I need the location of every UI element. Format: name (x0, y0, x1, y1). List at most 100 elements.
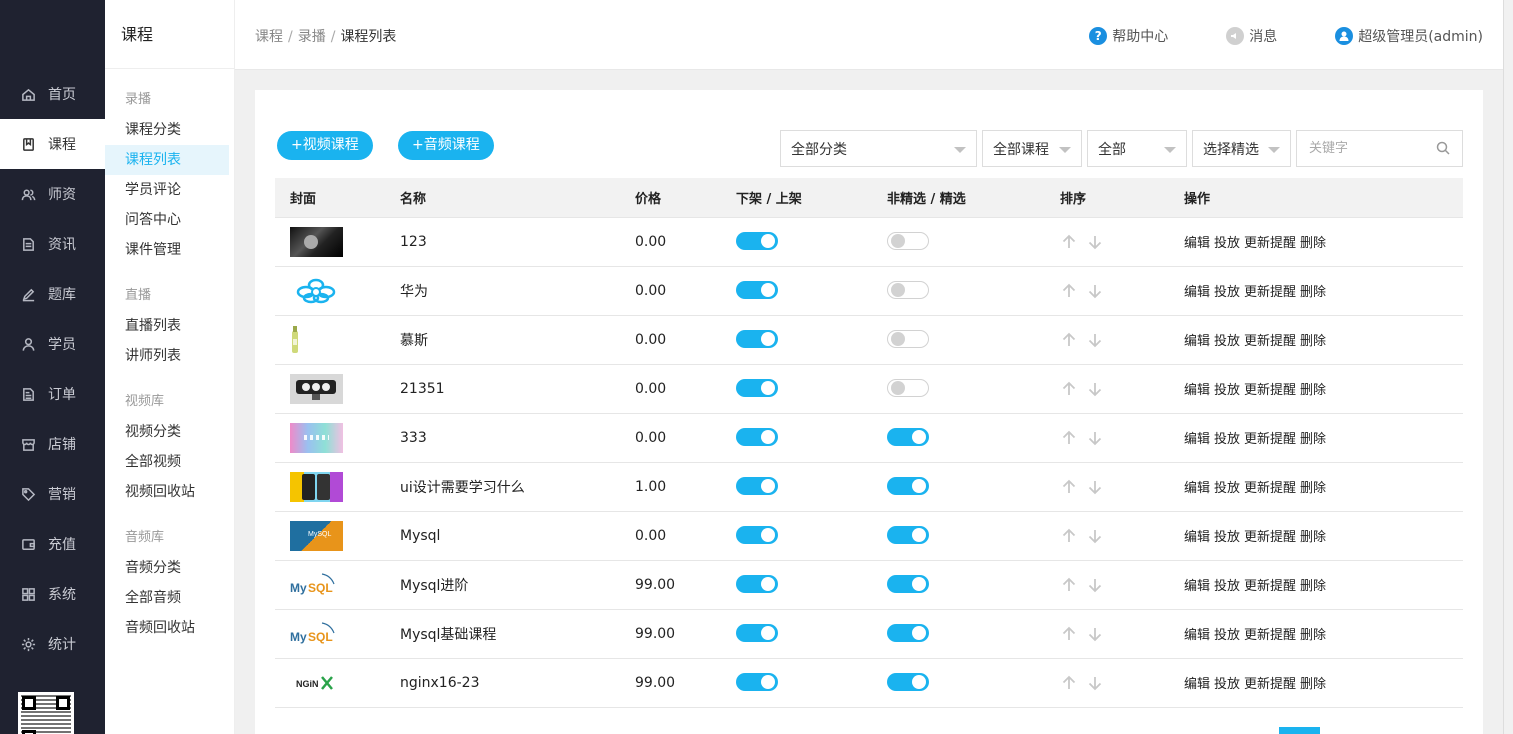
nav-item-10[interactable]: 系统 (0, 569, 105, 619)
action-deploy-link[interactable]: 投放 (1214, 677, 1240, 692)
add-audio-course-button[interactable]: +音频课程 (398, 131, 494, 160)
featured-toggle[interactable] (887, 673, 929, 691)
action-deploy-link[interactable]: 投放 (1214, 236, 1240, 251)
subnav-item[interactable]: 视频回收站 (105, 477, 229, 507)
action-edit-link[interactable]: 编辑 (1184, 677, 1210, 692)
subnav-item[interactable]: 课程列表 (105, 145, 229, 175)
pagination-current-page[interactable] (1279, 727, 1320, 734)
nav-item-11[interactable]: 统计 (0, 619, 105, 669)
nav-item-5[interactable]: 学员 (0, 319, 105, 369)
action-deploy-link[interactable]: 投放 (1214, 481, 1240, 496)
nav-item-4[interactable]: 题库 (0, 269, 105, 319)
nav-item-6[interactable]: 订单 (0, 369, 105, 419)
arrow-up-icon[interactable] (1060, 625, 1078, 643)
messages-link[interactable]: 消息 (1226, 26, 1277, 46)
shelf-toggle[interactable] (736, 379, 778, 397)
shelf-toggle[interactable] (736, 232, 778, 250)
action-update-reminder-link[interactable]: 更新提醒 (1244, 285, 1296, 300)
shelf-toggle[interactable] (736, 330, 778, 348)
search-icon[interactable] (1436, 141, 1450, 155)
nav-item-8[interactable]: 营销 (0, 469, 105, 519)
action-delete-link[interactable]: 删除 (1300, 481, 1326, 496)
arrow-up-icon[interactable] (1060, 429, 1078, 447)
arrow-up-icon[interactable] (1060, 576, 1078, 594)
action-edit-link[interactable]: 编辑 (1184, 481, 1210, 496)
featured-toggle[interactable] (887, 428, 929, 446)
arrow-up-icon[interactable] (1060, 380, 1078, 398)
arrow-up-icon[interactable] (1060, 233, 1078, 251)
nav-item-2[interactable]: 师资 (0, 169, 105, 219)
action-edit-link[interactable]: 编辑 (1184, 432, 1210, 447)
action-edit-link[interactable]: 编辑 (1184, 334, 1210, 349)
nav-item-7[interactable]: 店铺 (0, 419, 105, 469)
action-deploy-link[interactable]: 投放 (1214, 432, 1240, 447)
status-filter-select[interactable]: 全部 (1087, 130, 1187, 167)
subnav-item[interactable]: 课件管理 (105, 235, 229, 265)
featured-toggle[interactable] (887, 575, 929, 593)
shelf-toggle[interactable] (736, 624, 778, 642)
keyword-search-input[interactable] (1297, 131, 1427, 166)
action-delete-link[interactable]: 删除 (1300, 530, 1326, 545)
subnav-item[interactable]: 讲师列表 (105, 341, 229, 371)
shelf-toggle[interactable] (736, 575, 778, 593)
action-deploy-link[interactable]: 投放 (1214, 334, 1240, 349)
subnav-item[interactable]: 问答中心 (105, 205, 229, 235)
action-delete-link[interactable]: 删除 (1300, 628, 1326, 643)
featured-toggle[interactable] (887, 526, 929, 544)
action-edit-link[interactable]: 编辑 (1184, 285, 1210, 300)
action-delete-link[interactable]: 删除 (1300, 432, 1326, 447)
subnav-item[interactable]: 全部视频 (105, 447, 229, 477)
shelf-toggle[interactable] (736, 428, 778, 446)
action-deploy-link[interactable]: 投放 (1214, 383, 1240, 398)
arrow-down-icon[interactable] (1086, 625, 1104, 643)
featured-toggle[interactable] (887, 232, 929, 250)
breadcrumb-item[interactable]: 录播 (298, 29, 326, 45)
arrow-up-icon[interactable] (1060, 331, 1078, 349)
page-scrollbar[interactable] (1503, 0, 1513, 734)
user-menu[interactable]: 超级管理员(admin) (1335, 26, 1483, 46)
action-edit-link[interactable]: 编辑 (1184, 236, 1210, 251)
action-edit-link[interactable]: 编辑 (1184, 530, 1210, 545)
arrow-up-icon[interactable] (1060, 674, 1078, 692)
action-edit-link[interactable]: 编辑 (1184, 383, 1210, 398)
featured-toggle[interactable] (887, 477, 929, 495)
arrow-up-icon[interactable] (1060, 282, 1078, 300)
help-center-link[interactable]: ? 帮助中心 (1089, 26, 1168, 46)
arrow-down-icon[interactable] (1086, 478, 1104, 496)
featured-filter-select[interactable]: 选择精选 (1192, 130, 1291, 167)
arrow-down-icon[interactable] (1086, 429, 1104, 447)
subnav-item[interactable]: 学员评论 (105, 175, 229, 205)
action-update-reminder-link[interactable]: 更新提醒 (1244, 579, 1296, 594)
subnav-item[interactable]: 视频分类 (105, 417, 229, 447)
action-delete-link[interactable]: 删除 (1300, 285, 1326, 300)
shelf-toggle[interactable] (736, 673, 778, 691)
subnav-item[interactable]: 音频分类 (105, 553, 229, 583)
arrow-down-icon[interactable] (1086, 233, 1104, 251)
action-delete-link[interactable]: 删除 (1300, 334, 1326, 349)
category-filter-select[interactable]: 全部分类 (780, 130, 977, 167)
nav-item-9[interactable]: 充值 (0, 519, 105, 569)
featured-toggle[interactable] (887, 379, 929, 397)
arrow-up-icon[interactable] (1060, 527, 1078, 545)
arrow-down-icon[interactable] (1086, 331, 1104, 349)
action-delete-link[interactable]: 删除 (1300, 677, 1326, 692)
subnav-item[interactable]: 全部音频 (105, 583, 229, 613)
arrow-down-icon[interactable] (1086, 380, 1104, 398)
action-update-reminder-link[interactable]: 更新提醒 (1244, 432, 1296, 447)
arrow-down-icon[interactable] (1086, 576, 1104, 594)
nav-item-3[interactable]: 资讯 (0, 219, 105, 269)
breadcrumb-item[interactable]: 课程 (255, 29, 283, 45)
action-delete-link[interactable]: 删除 (1300, 236, 1326, 251)
arrow-down-icon[interactable] (1086, 282, 1104, 300)
subnav-item[interactable]: 课程分类 (105, 115, 229, 145)
action-update-reminder-link[interactable]: 更新提醒 (1244, 530, 1296, 545)
featured-toggle[interactable] (887, 330, 929, 348)
shelf-toggle[interactable] (736, 477, 778, 495)
featured-toggle[interactable] (887, 624, 929, 642)
subnav-item[interactable]: 直播列表 (105, 311, 229, 341)
action-update-reminder-link[interactable]: 更新提醒 (1244, 236, 1296, 251)
action-edit-link[interactable]: 编辑 (1184, 579, 1210, 594)
arrow-down-icon[interactable] (1086, 527, 1104, 545)
action-deploy-link[interactable]: 投放 (1214, 579, 1240, 594)
arrow-down-icon[interactable] (1086, 674, 1104, 692)
